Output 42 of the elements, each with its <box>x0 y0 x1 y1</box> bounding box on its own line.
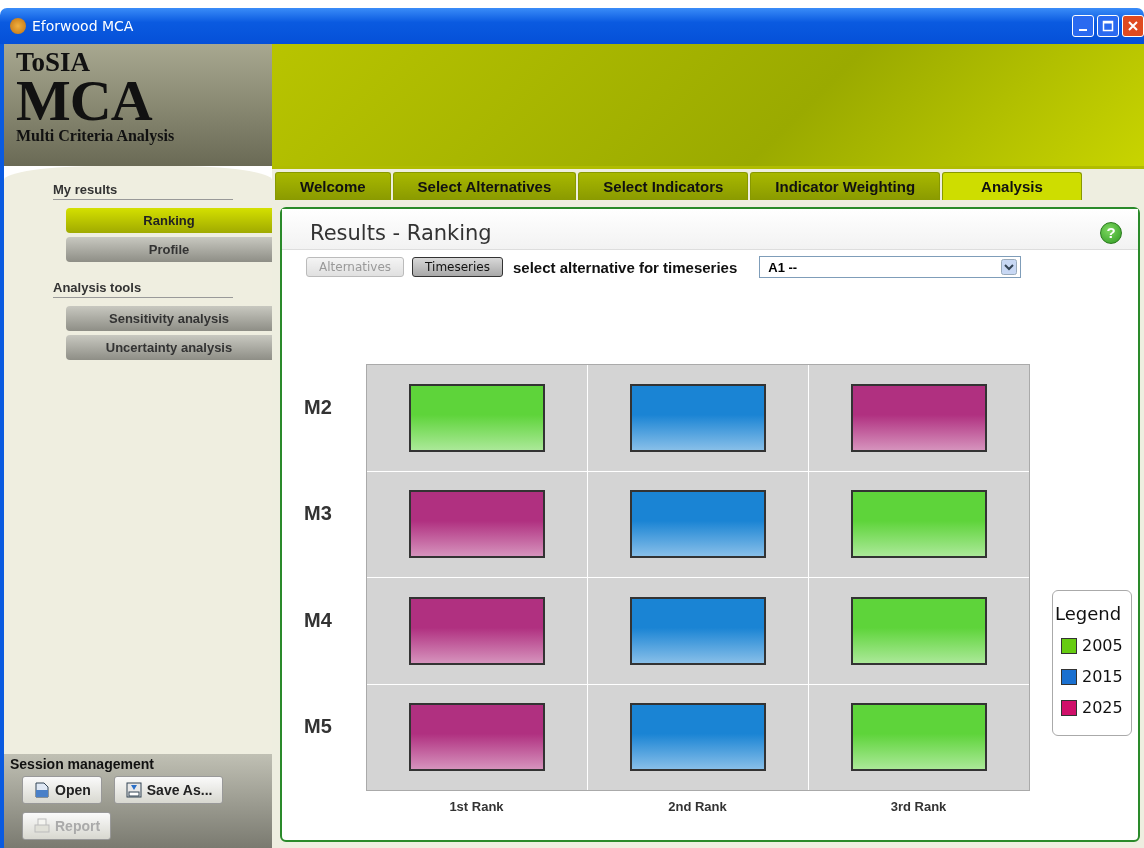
sidebar-item[interactable]: Sensitivity analysis <box>66 306 272 331</box>
select-label: select alternative for timeseries <box>513 258 738 276</box>
window-title: Eforwood MCA <box>32 18 134 34</box>
legend-label: 2025 <box>1082 698 1123 717</box>
save-button[interactable]: Save As... <box>113 776 224 804</box>
tab[interactable]: Analysis <box>942 172 1082 200</box>
tab[interactable]: Indicator Weighting <box>750 172 941 200</box>
minimize-button[interactable] <box>1072 15 1094 37</box>
sidebar-item[interactable]: Profile <box>66 237 272 262</box>
document-icon <box>33 781 51 799</box>
logo-subtitle: Multi Criteria Analysis <box>16 126 176 146</box>
row-label: M2 <box>304 395 332 419</box>
app-icon <box>10 18 26 34</box>
panel-title: Results - Ranking <box>310 221 492 245</box>
tab[interactable]: Select Alternatives <box>392 172 577 200</box>
tab[interactable]: Welcome <box>275 172 391 200</box>
maximize-icon <box>1102 20 1114 32</box>
legend-label: 2015 <box>1082 667 1123 686</box>
column-label: 2nd Rank <box>668 799 727 814</box>
open-button[interactable]: Open <box>22 776 102 804</box>
column-label: 3rd Rank <box>890 799 947 814</box>
mode-button[interactable]: Timeseries <box>412 257 503 277</box>
section-heading: My results <box>53 182 233 200</box>
minimize-icon <box>1079 28 1087 31</box>
tab[interactable]: Select Indicators <box>578 172 749 200</box>
row-label: M5 <box>304 715 332 739</box>
sidebar-item[interactable]: Ranking <box>66 208 272 233</box>
row-label: M4 <box>304 608 332 632</box>
sidebar-item[interactable]: Uncertainty analysis <box>66 335 272 360</box>
row-label: M3 <box>304 502 332 526</box>
close-button[interactable] <box>1122 15 1144 37</box>
printer-icon <box>33 817 51 835</box>
close-icon <box>1127 20 1139 32</box>
column-label: 1st Rank <box>449 799 504 814</box>
section-heading: Analysis tools <box>53 280 233 298</box>
logo-text: ToSIA <box>16 48 92 76</box>
logo-text: MCA <box>16 76 153 126</box>
section-heading: Session management <box>10 756 155 772</box>
alternative-dropdown[interactable]: A1 -- <box>759 256 1022 278</box>
legend-title: Legend <box>1055 603 1123 624</box>
maximize-button[interactable] <box>1097 15 1119 37</box>
legend-label: 2005 <box>1082 636 1123 655</box>
